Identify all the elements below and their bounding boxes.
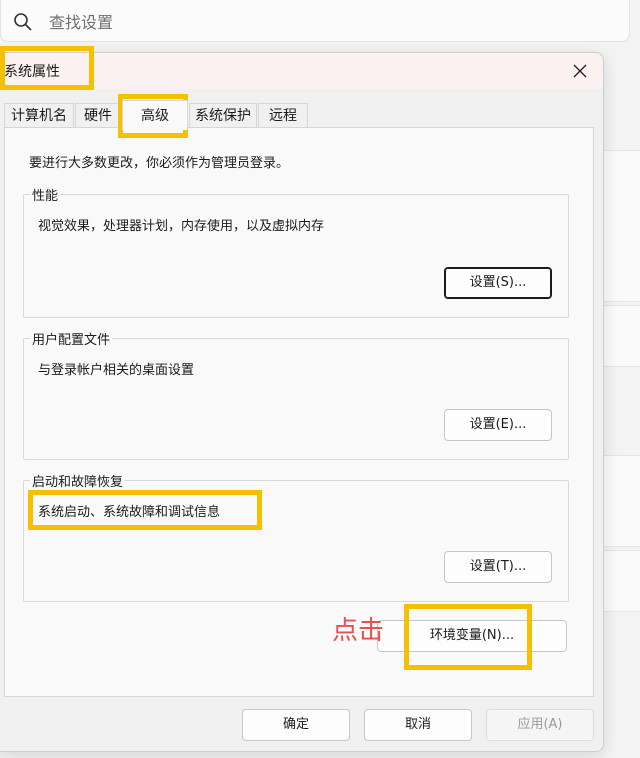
environment-variables-button[interactable]: 环境变量(N)... [377, 620, 567, 652]
cancel-button[interactable]: 取消 [364, 709, 472, 741]
performance-settings-button[interactable]: 设置(S)... [444, 267, 552, 299]
performance-title: 性能 [30, 185, 61, 204]
admin-notice: 要进行大多数更改，你必须作为管理员登录。 [29, 156, 290, 171]
close-icon [573, 64, 587, 78]
user-profiles-group: 用户配置文件 与登录帐户相关的桌面设置 设置(E)... [23, 329, 569, 460]
startup-recovery-title: 启动和故障恢复 [30, 471, 126, 490]
advanced-tab-panel: 要进行大多数更改，你必须作为管理员登录。 性能 视觉效果，处理器计划，内存使用，… [4, 127, 594, 697]
tab-system-protection[interactable]: 系统保护 [189, 103, 257, 127]
tab-hardware[interactable]: 硬件 [75, 103, 121, 127]
system-properties-dialog: 系统属性 计算机名 硬件 高级 系统保护 远程 要进行大多数更改，你必须作为管理… [0, 52, 604, 752]
dialog-title: 系统属性 [4, 64, 60, 80]
startup-recovery-group: 启动和故障恢复 系统启动、系统故障和调试信息 设置(T)... [23, 471, 569, 602]
tab-advanced[interactable]: 高级 [122, 100, 188, 130]
search-icon [14, 13, 32, 31]
click-annotation-label: 点击 [332, 616, 385, 646]
close-button[interactable] [567, 59, 593, 83]
performance-group: 性能 视觉效果，处理器计划，内存使用，以及虚拟内存 设置(S)... [23, 185, 569, 318]
performance-desc: 视觉效果，处理器计划，内存使用，以及虚拟内存 [38, 219, 325, 234]
user-profiles-title: 用户配置文件 [30, 329, 113, 348]
title-bar: 系统属性 [0, 53, 603, 89]
search-input[interactable] [47, 6, 611, 38]
settings-search-bar [0, 0, 630, 42]
user-profiles-settings-button[interactable]: 设置(E)... [444, 409, 552, 441]
user-profiles-desc: 与登录帐户相关的桌面设置 [38, 363, 195, 378]
startup-recovery-desc: 系统启动、系统故障和调试信息 [38, 505, 221, 520]
apply-button[interactable]: 应用(A) [486, 709, 594, 741]
startup-recovery-settings-button[interactable]: 设置(T)... [444, 551, 552, 583]
ok-button[interactable]: 确定 [242, 709, 350, 741]
tab-remote[interactable]: 远程 [258, 103, 308, 127]
tab-computer-name[interactable]: 计算机名 [4, 103, 74, 127]
